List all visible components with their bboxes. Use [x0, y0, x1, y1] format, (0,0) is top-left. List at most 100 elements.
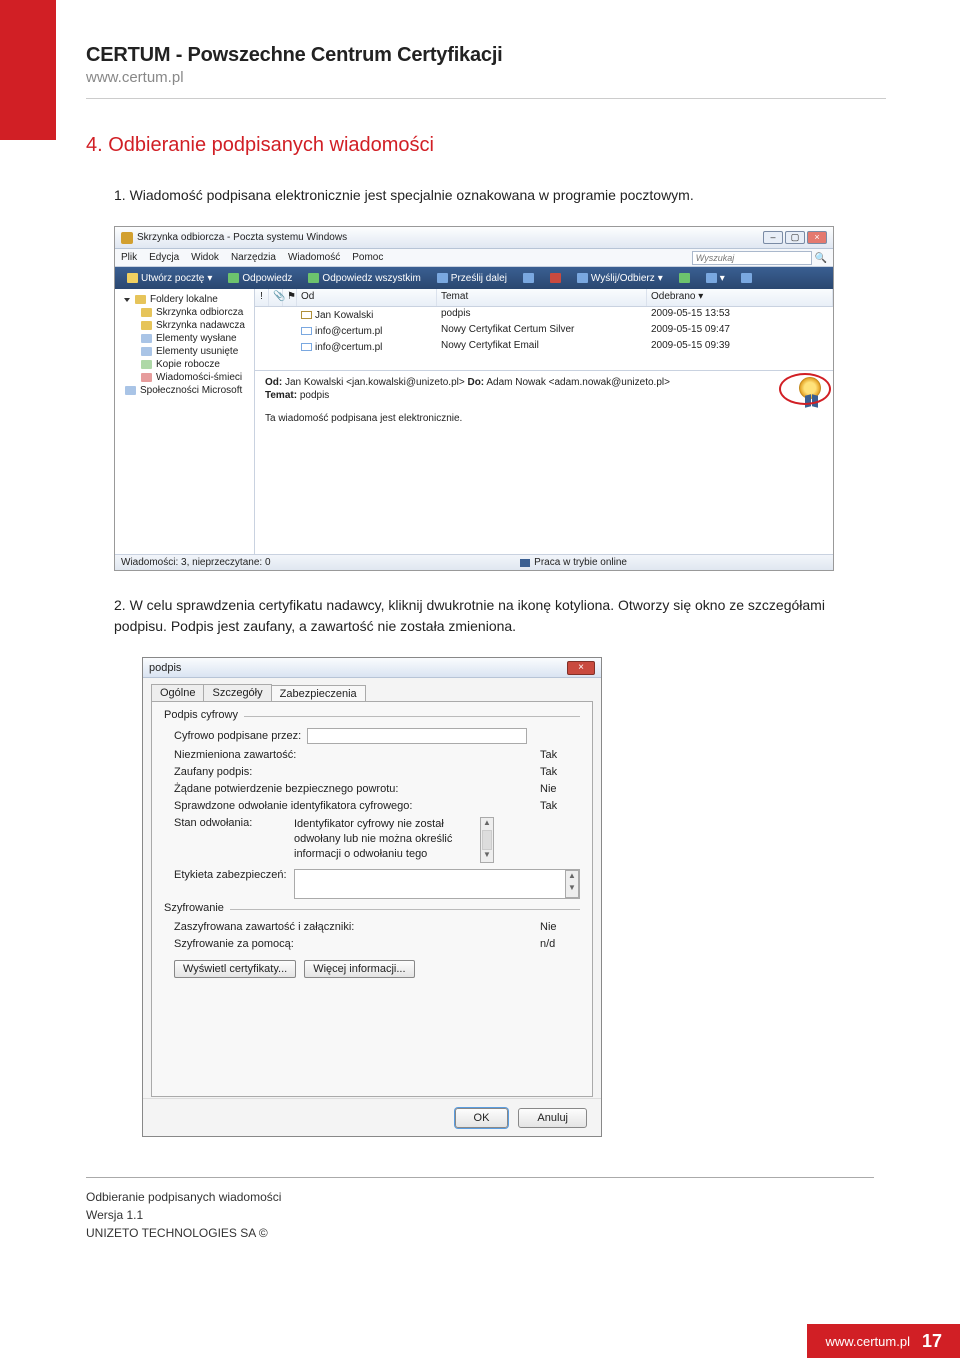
search-input[interactable] — [692, 251, 812, 265]
create-mail-button[interactable]: Utwórz pocztę ▾ — [121, 271, 218, 286]
minimize-button[interactable]: – — [763, 231, 783, 244]
page-footer: Odbieranie podpisanych wiadomości Wersja… — [86, 1188, 960, 1242]
col-subject[interactable]: Temat — [437, 289, 647, 306]
tab-details[interactable]: Szczegóły — [203, 684, 271, 701]
more-info-button[interactable]: Więcej informacji... — [304, 960, 414, 978]
signature-dialog-screenshot: podpis × Ogólne Szczegóły Zabezpieczenia… — [142, 657, 602, 1137]
mail-client-screenshot: Skrzynka odbiorcza - Poczta systemu Wind… — [114, 226, 834, 571]
message-row[interactable]: info@certum.pl Nowy Certyfikat Certum Si… — [255, 323, 833, 339]
col-flag[interactable]: ⚑ — [283, 289, 297, 306]
rosette-ribbon — [812, 394, 818, 408]
menu-widok[interactable]: Widok — [191, 252, 219, 263]
scroll-down-icon[interactable]: ▼ — [566, 883, 578, 895]
section-heading: 4. Odbieranie podpisanych wiadomości — [86, 134, 876, 157]
menu-edycja[interactable]: Edycja — [149, 252, 179, 263]
menu-bar: Plik Edycja Widok Narzędzia Wiadomość Po… — [115, 249, 833, 267]
message-row[interactable]: info@certum.pl Nowy Certyfikat Email 200… — [255, 339, 833, 355]
folder-icon — [135, 295, 146, 304]
forward-button[interactable]: Prześlij dalej — [431, 271, 513, 286]
show-certs-button[interactable]: Wyświetl certyfikaty... — [174, 960, 296, 978]
menu-wiadomosc[interactable]: Wiadomość — [288, 252, 340, 263]
sent-icon — [141, 334, 152, 343]
scroll-up-icon[interactable]: ▲ — [481, 818, 493, 830]
col-from[interactable]: Od — [297, 289, 437, 306]
send-receive-button[interactable]: Wyślij/Odbierz ▾ — [571, 271, 669, 286]
reply-button[interactable]: Odpowiedz — [222, 271, 298, 286]
message-row[interactable]: Jan Kowalski podpis 2009-05-15 13:53 — [255, 307, 833, 323]
revocation-scrollbar[interactable]: ▲ ▼ — [480, 817, 494, 863]
help-button[interactable] — [735, 271, 758, 285]
community-icon — [125, 386, 136, 395]
maximize-button[interactable]: ▢ — [785, 231, 805, 244]
status-left: Wiadomości: 3, nieprzeczytane: 0 — [121, 557, 271, 568]
header-red-bar — [0, 0, 56, 140]
preview-subject: Temat: podpis — [265, 390, 823, 401]
page-number-bar: www.certum.pl 17 — [807, 1324, 960, 1358]
revocation-text: Identyfikator cyfrowy nie został odwołan… — [294, 817, 474, 863]
window-titlebar: Skrzynka odbiorcza - Poczta systemu Wind… — [115, 227, 833, 249]
scroll-up-icon[interactable]: ▲ — [566, 871, 578, 883]
help-icon — [741, 273, 752, 283]
col-attachment[interactable]: 📎 — [269, 289, 283, 306]
label-scrollbar[interactable]: ▲ ▼ — [565, 870, 579, 898]
dialog-titlebar: podpis × — [143, 658, 601, 678]
drafts-icon — [141, 360, 152, 369]
tree-root[interactable]: Foldery lokalne — [119, 293, 250, 306]
tree-junk[interactable]: Wiadomości-śmieci — [119, 371, 250, 384]
search-box: 🔍 — [692, 251, 827, 265]
mail-icon — [127, 273, 138, 283]
security-label-line: Etykieta zabezpieczeń: ▲ ▼ — [174, 869, 580, 899]
footer-line-1: Odbieranie podpisanych wiadomości — [86, 1188, 960, 1206]
dialog-title: podpis — [149, 662, 181, 674]
dialog-panel: Podpis cyfrowy Cyfrowo podpisane przez: … — [151, 701, 593, 1097]
toolbar: Utwórz pocztę ▾ Odpowiedz Odpowiedz wszy… — [115, 267, 833, 289]
dialog-button-row: Wyświetl certyfikaty... Więcej informacj… — [174, 960, 580, 978]
sendrecv-icon — [577, 273, 588, 283]
scroll-down-icon[interactable]: ▼ — [481, 850, 493, 862]
preview-pane: Od: Jan Kowalski <jan.kowalski@unizeto.p… — [255, 371, 833, 556]
page-number: 17 — [922, 1331, 942, 1352]
delete-icon — [550, 273, 561, 283]
cancel-button[interactable]: Anuluj — [518, 1108, 587, 1128]
rosette-ribbon — [805, 394, 811, 408]
signed-by-input[interactable] — [307, 728, 527, 744]
folders-icon — [706, 273, 717, 283]
preview-body: Ta wiadomość podpisana jest elektroniczn… — [265, 413, 823, 424]
reply-all-button[interactable]: Odpowiedz wszystkim — [302, 271, 426, 286]
col-received[interactable]: Odebrano ▾ — [647, 289, 833, 306]
contacts-button[interactable] — [673, 271, 696, 285]
tab-general[interactable]: Ogólne — [151, 684, 204, 701]
dialog-close-button[interactable]: × — [567, 661, 595, 675]
tree-inbox[interactable]: Skrzynka odbiorcza — [119, 306, 250, 319]
menu-pomoc[interactable]: Pomoc — [352, 252, 383, 263]
header-subtitle: www.certum.pl — [86, 69, 960, 86]
col-priority[interactable]: ! — [255, 289, 269, 306]
ok-button[interactable]: OK — [455, 1108, 509, 1128]
group-signature: Podpis cyfrowy Cyfrowo podpisane przez: … — [164, 716, 580, 899]
tree-deleted[interactable]: Elementy usunięte — [119, 345, 250, 358]
tree-outbox[interactable]: Skrzynka nadawcza — [119, 319, 250, 332]
print-button[interactable] — [517, 271, 540, 285]
tree-community[interactable]: Społeczności Microsoft — [119, 384, 250, 397]
menu-plik[interactable]: Plik — [121, 252, 137, 263]
tab-security[interactable]: Zabezpieczenia — [271, 685, 366, 702]
mail-right-pane: ! 📎 ⚑ Od Temat Odebrano ▾ Jan Kowalski p… — [255, 289, 833, 556]
scroll-thumb[interactable] — [482, 830, 492, 850]
header-rule — [86, 98, 886, 99]
envelope-icon — [301, 311, 312, 319]
search-icon[interactable]: 🔍 — [815, 253, 827, 264]
menu-narzedzia[interactable]: Narzędzia — [231, 252, 276, 263]
tree-sent[interactable]: Elementy wysłane — [119, 332, 250, 345]
security-label-box[interactable]: ▲ ▼ — [294, 869, 580, 899]
delete-button[interactable] — [544, 271, 567, 285]
revocation-line: Stan odwołania: Identyfikator cyfrowy ni… — [174, 817, 580, 863]
deleted-icon — [141, 347, 152, 356]
footer-rule — [86, 1177, 874, 1178]
folder-tree: Foldery lokalne Skrzynka odbiorcza Skrzy… — [115, 289, 255, 556]
sig-line: Sprawdzone odwołanie identyfikatora cyfr… — [174, 800, 580, 812]
folders-button[interactable]: ▾ — [700, 271, 731, 286]
footer-url: www.certum.pl — [825, 1334, 910, 1349]
close-button[interactable]: × — [807, 231, 827, 244]
tree-drafts[interactable]: Kopie robocze — [119, 358, 250, 371]
footer-line-2: Wersja 1.1 — [86, 1206, 960, 1224]
